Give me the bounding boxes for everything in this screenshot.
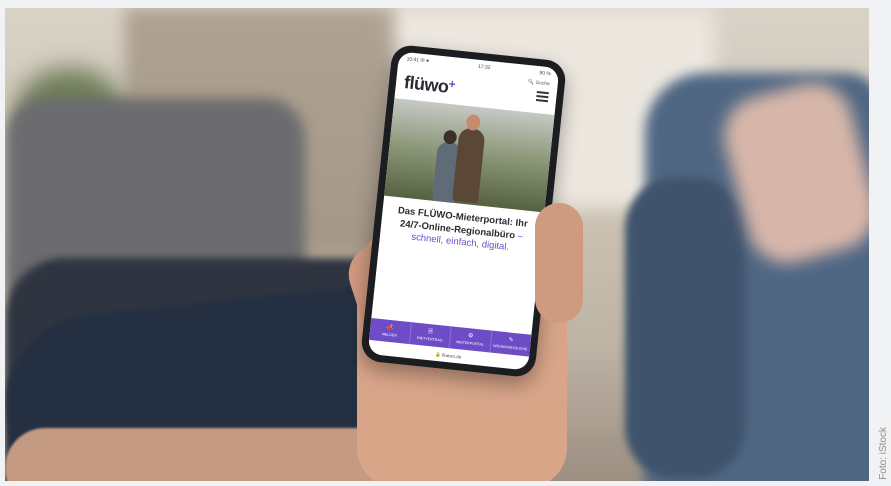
nav-wohnungssuche[interactable]: ✎ WOHNUNGSSUCHE [490,331,532,357]
pen-icon: ✎ [508,337,514,344]
photo-credit: Foto: iStock [878,427,889,480]
index-finger [535,203,583,323]
person-right-head [465,113,482,132]
megaphone-icon: 📣 [386,324,395,332]
nav-label: MIETERPORTAL [455,339,484,347]
nav-mietvertrag[interactable]: 🗎 MIETVERTRAG [409,322,452,349]
fluewo-logo[interactable]: flüwo+ [403,72,456,98]
photo: 10:41 ✉ ♥ 17:32 90 % 🔍 Suche flüwo+ Das … [5,8,869,481]
gear-icon: ⚙ [467,333,474,340]
nav-melden[interactable]: 📣 MELDEN [369,317,412,345]
nav-mieterportal[interactable]: ⚙ MIETERPORTAL [449,326,493,353]
armchair-arm [625,178,745,478]
nav-label: WOHNUNGSSUCHE [492,343,528,352]
nav-label: MIETVERTRAG [416,335,443,343]
phone-screen: 10:41 ✉ ♥ 17:32 90 % 🔍 Suche flüwo+ Das … [367,51,560,371]
hero-image [384,98,555,213]
status-left: 10:41 ✉ ♥ [406,55,430,65]
smartphone: 10:41 ✉ ♥ 17:32 90 % 🔍 Suche flüwo+ Das … [359,43,568,379]
nav-label: MELDEN [381,332,398,338]
document-icon: 🗎 [427,328,434,336]
status-time: 17:32 [477,63,491,71]
status-right: 90 % [539,69,552,77]
person-right [452,127,486,204]
hamburger-menu-icon[interactable] [535,91,549,103]
